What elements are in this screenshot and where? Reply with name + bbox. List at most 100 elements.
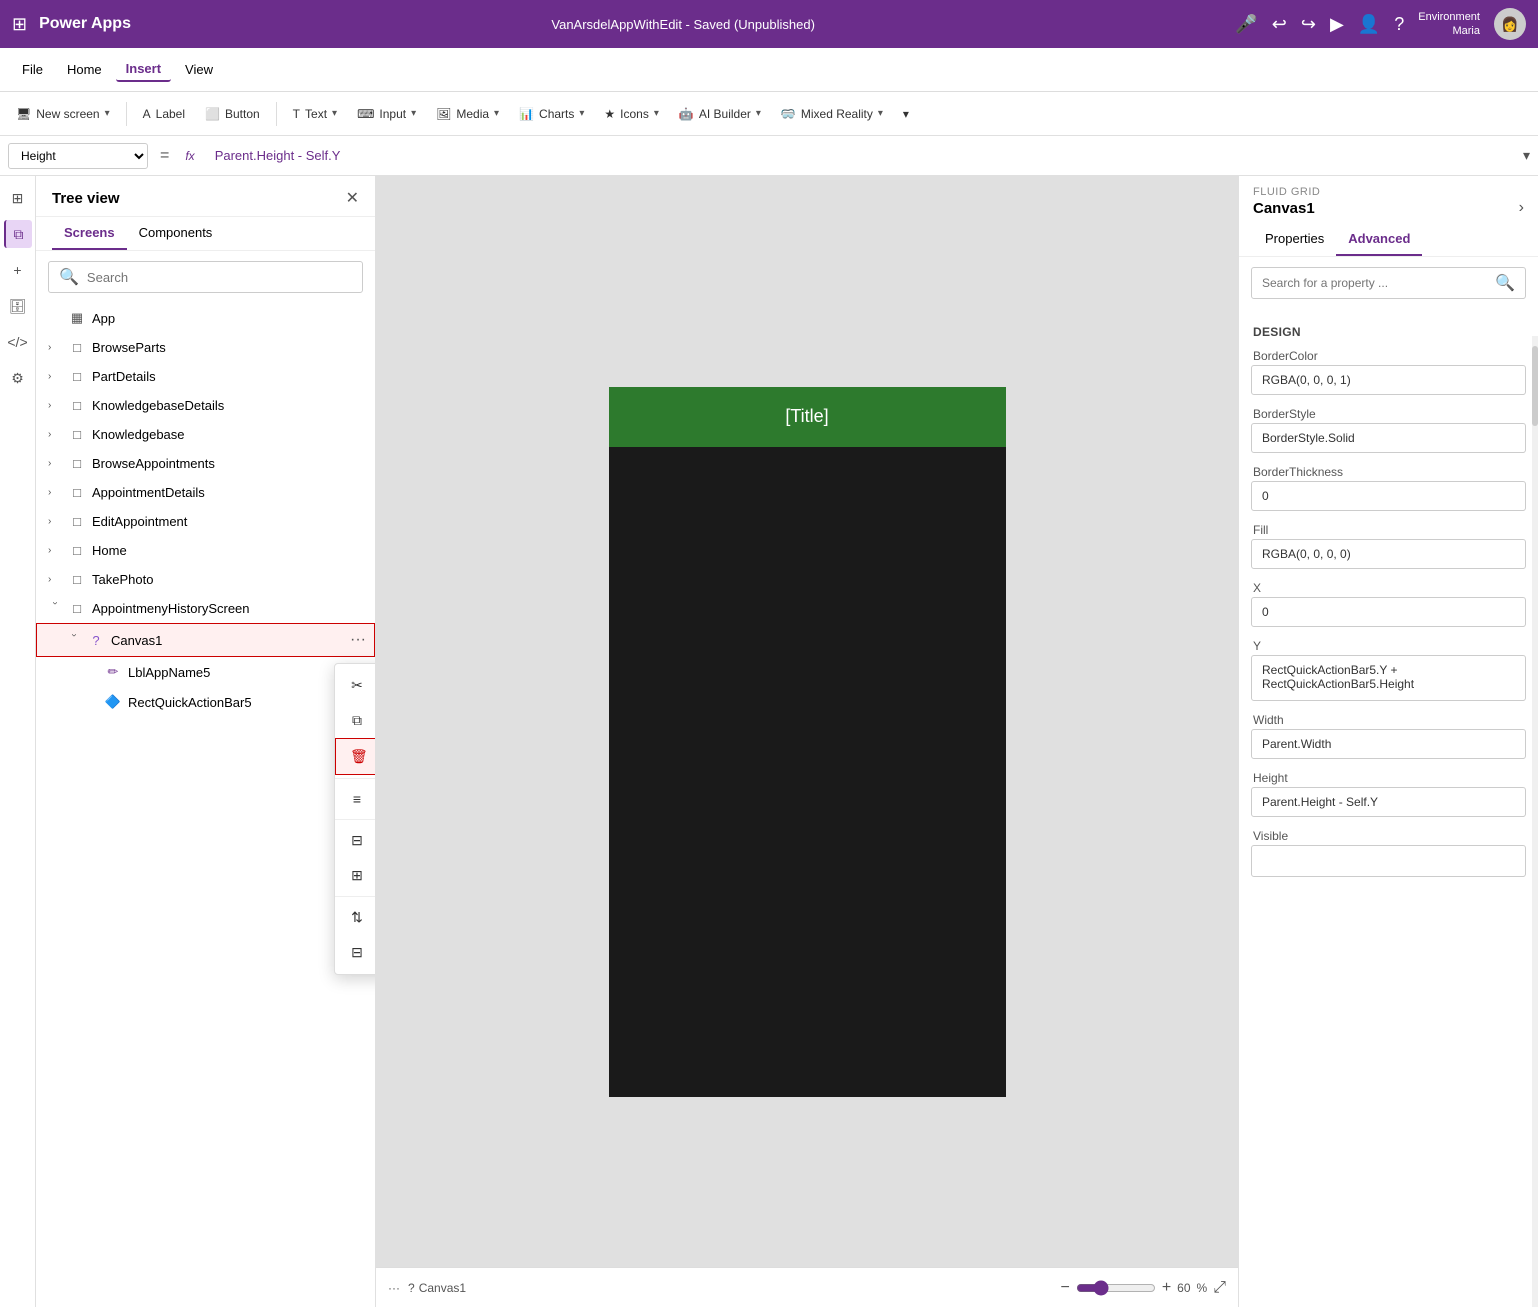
menu-home[interactable]: Home xyxy=(57,58,112,81)
width-value[interactable]: Parent.Width xyxy=(1251,729,1526,759)
user-icon[interactable]: 👤 xyxy=(1358,14,1380,35)
input-chevron: ▾ xyxy=(411,108,416,119)
toolbar-mixed-reality[interactable]: 🥽 Mixed Reality ▾ xyxy=(773,103,891,125)
user-avatar[interactable]: 👩 xyxy=(1494,8,1526,40)
tree-item-part-details[interactable]: › □ PartDetails xyxy=(36,362,375,391)
tree-item-edit-appointment[interactable]: › □ EditAppointment xyxy=(36,507,375,536)
context-menu-rename[interactable]: ≡ Rename xyxy=(335,782,376,816)
canvas-bottom-bar: ··· ? Canvas1 − + 60 % ⤢ xyxy=(376,1267,1238,1307)
property-selector[interactable]: Height xyxy=(8,143,148,169)
border-thickness-value[interactable]: 0 xyxy=(1251,481,1526,511)
ctx-sep-3 xyxy=(335,896,376,897)
tree-item-rect-quick[interactable]: 🔷 RectQuickActionBar5 xyxy=(36,687,375,717)
left-sidebar-icons: ⊞ ⧉ + 🗄 </> ⚙ xyxy=(0,176,36,1307)
title-bar: ⊞ Power Apps VanArsdelAppWithEdit - Save… xyxy=(0,0,1538,48)
redo-icon[interactable]: ↪ xyxy=(1301,14,1316,35)
history-label: AppointmenyHistoryScreen xyxy=(92,601,367,616)
tree-item-take-photo[interactable]: › □ TakePhoto xyxy=(36,565,375,594)
x-value[interactable]: 0 xyxy=(1251,597,1526,627)
context-menu-delete[interactable]: 🗑 Delete xyxy=(335,738,376,775)
context-menu-cut[interactable]: ✂ Cut xyxy=(335,668,376,703)
right-panel-title: Canvas1 xyxy=(1253,200,1315,217)
app-grid-icon[interactable]: ⊞ xyxy=(12,14,27,35)
tree-item-browse-appointments[interactable]: › □ BrowseAppointments xyxy=(36,449,375,478)
right-scrollbar-thumb[interactable] xyxy=(1532,346,1538,426)
canvas1-chevron: › xyxy=(69,633,80,647)
right-scrollbar[interactable] xyxy=(1532,336,1538,1307)
tree-close-button[interactable]: ✕ xyxy=(346,188,359,208)
fill-value[interactable]: RGBA(0, 0, 0, 0) xyxy=(1251,539,1526,569)
canvas-help-badge[interactable]: ? Canvas1 xyxy=(408,1281,466,1295)
context-menu-reorder[interactable]: ⇅ Reorder › xyxy=(335,900,376,935)
toolbar-ai-builder[interactable]: 🤖 AI Builder ▾ xyxy=(671,103,769,125)
tree-search-box[interactable]: 🔍 xyxy=(48,261,363,293)
formula-input[interactable] xyxy=(207,144,1515,167)
tree-item-home[interactable]: › □ Home xyxy=(36,536,375,565)
user-label: Maria xyxy=(1452,24,1480,38)
toolbar-media[interactable]: 🖼 Media ▾ xyxy=(428,103,507,125)
zoom-plus-button[interactable]: + xyxy=(1162,1279,1171,1297)
tree-item-kb[interactable]: › □ Knowledgebase xyxy=(36,420,375,449)
y-value[interactable]: RectQuickActionBar5.Y + RectQuickActionB… xyxy=(1251,655,1526,701)
context-menu-copy[interactable]: ⧉ Copy xyxy=(335,703,376,738)
canvas-dots-button[interactable]: ··· xyxy=(388,1281,400,1295)
tab-screens[interactable]: Screens xyxy=(52,217,127,250)
tree-tabs: Screens Components xyxy=(36,217,375,251)
kb-details-label: KnowledgebaseDetails xyxy=(92,398,367,413)
tab-components[interactable]: Components xyxy=(127,217,225,250)
right-search-input[interactable] xyxy=(1262,276,1487,290)
tree-search-input[interactable] xyxy=(87,270,352,285)
play-icon[interactable]: ▶ xyxy=(1330,14,1344,35)
toolbar-more[interactable]: ▾ xyxy=(895,103,917,125)
context-menu-align[interactable]: ⊟ Align › xyxy=(335,935,376,970)
menu-view[interactable]: View xyxy=(175,58,223,81)
right-panel-expand-icon[interactable]: › xyxy=(1519,199,1524,217)
microphone-icon[interactable]: 🎤 xyxy=(1235,14,1257,35)
right-search-box[interactable]: 🔍 xyxy=(1251,267,1526,299)
visible-value[interactable] xyxy=(1251,845,1526,877)
tree-item-canvas1[interactable]: › ? Canvas1 ··· xyxy=(36,623,375,657)
zoom-slider[interactable] xyxy=(1076,1280,1156,1296)
height-value[interactable]: Parent.Height - Self.Y xyxy=(1251,787,1526,817)
tab-properties[interactable]: Properties xyxy=(1253,223,1336,256)
tree-item-kb-details[interactable]: › □ KnowledgebaseDetails xyxy=(36,391,375,420)
left-icon-plus[interactable]: + xyxy=(4,256,32,284)
left-icon-grid[interactable]: ⊞ xyxy=(4,184,32,212)
toolbar-input[interactable]: ⌨ Input ▾ xyxy=(349,103,424,125)
help-icon[interactable]: ? xyxy=(1394,14,1404,35)
canvas1-dots-button[interactable]: ··· xyxy=(350,631,366,649)
toolbar-icons[interactable]: ★ Icons ▾ xyxy=(596,103,666,125)
tree-item-appt-details[interactable]: › □ AppointmentDetails xyxy=(36,478,375,507)
toolbar-text[interactable]: T Text ▾ xyxy=(285,103,345,125)
kb-icon: □ xyxy=(68,427,86,442)
tree-item-lbl-app-name[interactable]: ✏ LblAppName5 xyxy=(36,657,375,687)
fullscreen-button[interactable]: ⤢ xyxy=(1213,1279,1226,1297)
border-style-value[interactable]: BorderStyle.Solid xyxy=(1251,423,1526,453)
tree-item-history-screen[interactable]: › □ AppointmenyHistoryScreen xyxy=(36,594,375,623)
toolbar-new-screen[interactable]: 🖥 New screen ▾ xyxy=(8,103,118,125)
menu-insert[interactable]: Insert xyxy=(116,57,171,82)
history-chevron: › xyxy=(50,602,61,616)
toolbar-label[interactable]: A Label xyxy=(135,103,193,125)
toolbar-charts[interactable]: 📊 Charts ▾ xyxy=(511,103,592,125)
zoom-minus-button[interactable]: − xyxy=(1060,1279,1069,1297)
context-menu-expand-all[interactable]: ⊞ Expand all xyxy=(335,858,376,893)
charts-chevron: ▾ xyxy=(579,108,584,119)
context-menu-collapse-all[interactable]: ⊟ Collapse all xyxy=(335,823,376,858)
undo-icon[interactable]: ↩ xyxy=(1272,14,1287,35)
tree-item-browse-parts[interactable]: › □ BrowseParts xyxy=(36,333,375,362)
left-icon-layers[interactable]: ⧉ xyxy=(4,220,32,248)
border-color-value[interactable]: RGBA(0, 0, 0, 1) xyxy=(1251,365,1526,395)
label-icon: A xyxy=(143,107,151,121)
left-icon-code[interactable]: </> xyxy=(4,328,32,356)
formula-expand-icon[interactable]: ▾ xyxy=(1523,147,1530,164)
tree-item-app[interactable]: ▦ App xyxy=(36,303,375,333)
menu-file[interactable]: File xyxy=(12,58,53,81)
main-layout: ⊞ ⧉ + 🗄 </> ⚙ Tree view ✕ Screens Compon… xyxy=(0,176,1538,1307)
left-icon-settings[interactable]: ⚙ xyxy=(4,364,32,392)
left-icon-database[interactable]: 🗄 xyxy=(4,292,32,320)
toolbar-button[interactable]: ⬜ Button xyxy=(197,103,268,125)
copy-icon: ⧉ xyxy=(349,712,365,729)
tab-advanced[interactable]: Advanced xyxy=(1336,223,1422,256)
right-panel-header: FLUID GRID Canvas1 › xyxy=(1239,176,1538,223)
